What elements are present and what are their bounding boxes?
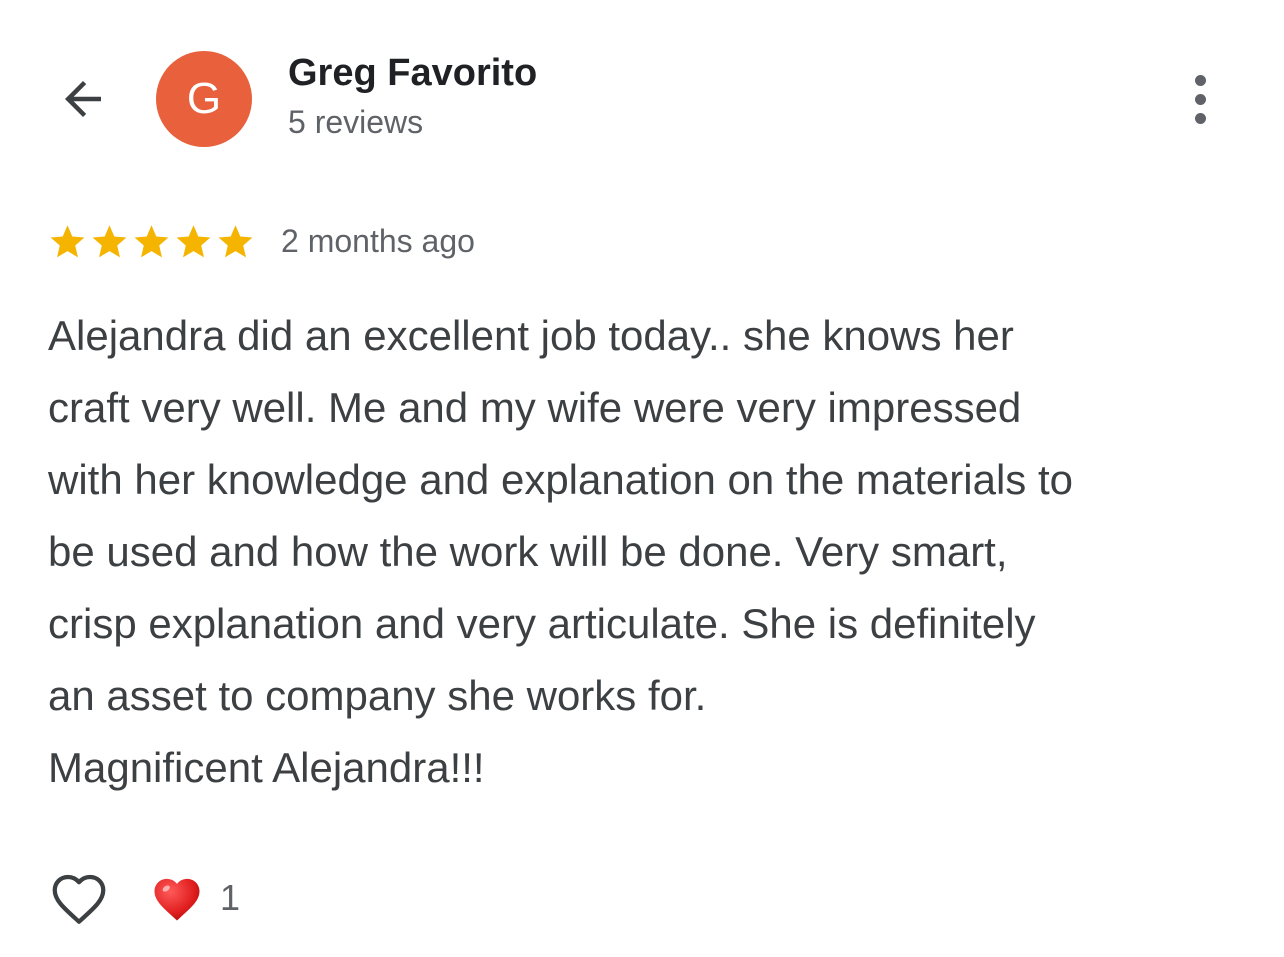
arrow-left-icon <box>65 81 101 117</box>
review-actions: 1 <box>48 866 240 930</box>
reaction-count: 1 <box>220 877 241 918</box>
review-text-line: Magnificent Alejandra!!! <box>48 744 485 791</box>
more-vertical-icon <box>1194 74 1206 86</box>
star-icon <box>218 224 253 257</box>
review-text-line: Alejandra did an excellent job today.. s… <box>48 312 1014 359</box>
review-header: G Greg Favorito 5 reviews <box>0 0 1284 200</box>
reviewer-name[interactable]: Greg Favorito <box>288 52 537 95</box>
star-icon <box>134 224 169 257</box>
review-text-line: with her knowledge and explanation on th… <box>48 456 1073 503</box>
avatar[interactable]: G <box>156 51 252 147</box>
reaction-summary[interactable]: 1 <box>150 873 240 923</box>
more-vertical-icon-dot <box>1194 112 1206 124</box>
avatar-letter: G <box>186 74 222 123</box>
star-icon <box>176 224 211 257</box>
review-text-line: crisp explanation and very articulate. S… <box>48 600 1036 647</box>
review-text: Alejandra did an excellent job today.. s… <box>48 300 1248 804</box>
review-text-line: an asset to company she works for. <box>48 672 707 719</box>
star-rating <box>48 222 255 261</box>
review-count: 5 reviews <box>288 104 424 140</box>
like-button[interactable] <box>48 867 110 929</box>
star-icon <box>50 224 85 257</box>
review-text-line: craft very well. Me and my wife were ver… <box>48 384 1022 431</box>
red-heart-icon <box>154 878 200 921</box>
star-icon <box>92 224 127 257</box>
rating-row: 2 months ago <box>48 220 475 262</box>
review-date: 2 months ago <box>281 222 475 259</box>
heart-outline-icon <box>52 874 106 924</box>
back-button[interactable] <box>50 66 116 132</box>
more-options-button[interactable] <box>1170 66 1230 132</box>
review-text-line: be used and how the work will be done. V… <box>48 528 1008 575</box>
more-vertical-icon-dot <box>1194 93 1206 105</box>
